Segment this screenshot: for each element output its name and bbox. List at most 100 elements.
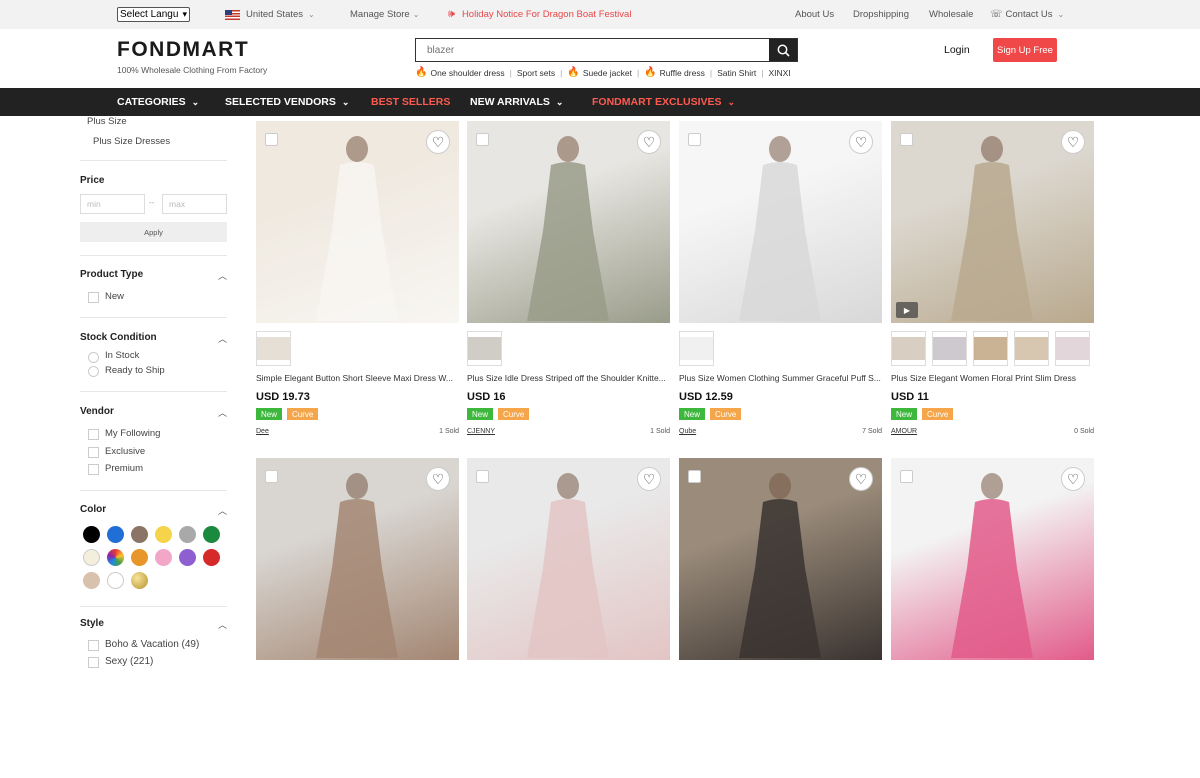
vendor-link[interactable]: AMOUR — [891, 428, 917, 435]
category-parent-link[interactable]: Plus Size — [87, 116, 127, 127]
select-checkbox[interactable] — [900, 133, 913, 146]
chevron-up-icon[interactable]: ︿ — [218, 406, 227, 419]
product-card[interactable]: ♡ Plus Size Idle Dress Striped off the Sh… — [467, 121, 670, 441]
checkbox[interactable] — [88, 657, 99, 668]
color-swatch[interactable] — [155, 526, 172, 543]
variant-thumbnail[interactable] — [467, 331, 502, 366]
product-image[interactable]: ♡ — [891, 458, 1094, 660]
contact-us-menu[interactable]: ☏ Contact Us ⌄ — [990, 0, 1064, 29]
product-title[interactable]: Plus Size Elegant Women Floral Print Sli… — [891, 373, 1094, 383]
checkbox[interactable] — [88, 464, 99, 475]
color-swatch[interactable] — [179, 526, 196, 543]
video-play-icon[interactable]: ▶ — [896, 302, 918, 318]
wishlist-heart-icon[interactable]: ♡ — [849, 467, 873, 491]
product-card[interactable]: ♡ Simple Elegant Button Short Sleeve Maxi… — [256, 121, 459, 441]
select-checkbox[interactable] — [688, 470, 701, 483]
login-link[interactable]: Login — [944, 44, 970, 56]
about-us-link[interactable]: About Us — [795, 0, 834, 29]
hot-search-link[interactable]: Suede jacket — [583, 68, 632, 78]
wishlist-heart-icon[interactable]: ♡ — [637, 467, 661, 491]
hot-search-link[interactable]: Satin Shirt — [717, 68, 756, 78]
filter-option-new[interactable]: New — [105, 291, 124, 302]
product-image[interactable]: ♡ ▶ — [891, 121, 1094, 323]
holiday-notice-link[interactable]: 🕪 Holiday Notice For Dragon Boat Festiva… — [448, 0, 631, 29]
variant-thumbnail[interactable] — [679, 331, 714, 366]
checkbox[interactable] — [88, 447, 99, 458]
color-swatch[interactable] — [107, 549, 124, 566]
product-title[interactable]: Simple Elegant Button Short Sleeve Maxi … — [256, 373, 459, 383]
wholesale-link[interactable]: Wholesale — [929, 0, 973, 29]
hot-search-link[interactable]: One shoulder dress — [430, 68, 504, 78]
nav-selected-vendors[interactable]: SELECTED VENDORS ⌄ — [225, 88, 349, 116]
product-card[interactable]: ♡ ▶ Plus Size Elegant Women Floral Print S… — [891, 121, 1094, 441]
chevron-up-icon[interactable]: ︿ — [218, 269, 227, 282]
wishlist-heart-icon[interactable]: ♡ — [1061, 467, 1085, 491]
select-checkbox[interactable] — [476, 133, 489, 146]
price-apply-button[interactable]: Apply — [80, 222, 227, 242]
nav-exclusives[interactable]: FONDMART EXCLUSIVES ⌄ — [592, 88, 735, 116]
color-swatch[interactable] — [83, 526, 100, 543]
language-select[interactable]: Select Langu ▾ — [117, 7, 190, 22]
filter-option-in-stock[interactable]: In Stock — [105, 350, 139, 361]
select-checkbox[interactable] — [688, 133, 701, 146]
wishlist-heart-icon[interactable]: ♡ — [1061, 130, 1085, 154]
hot-search-link[interactable]: Sport sets — [517, 68, 555, 78]
product-title[interactable]: Plus Size Idle Dress Striped off the Sho… — [467, 373, 670, 383]
select-checkbox[interactable] — [265, 133, 278, 146]
wishlist-heart-icon[interactable]: ♡ — [426, 467, 450, 491]
radio-button[interactable] — [88, 366, 99, 377]
category-child-link[interactable]: Plus Size Dresses — [93, 136, 170, 147]
select-checkbox[interactable] — [476, 470, 489, 483]
product-card[interactable]: ♡ — [891, 458, 1094, 778]
color-swatch[interactable] — [203, 526, 220, 543]
nav-new-arrivals[interactable]: NEW ARRIVALS ⌄ — [470, 88, 563, 116]
select-checkbox[interactable] — [265, 470, 278, 483]
manage-store-menu[interactable]: Manage Store ⌄ — [350, 0, 419, 29]
filter-option-ready-to-ship[interactable]: Ready to Ship — [105, 365, 165, 376]
filter-option-my-following[interactable]: My Following — [105, 428, 160, 439]
color-swatch[interactable] — [83, 572, 100, 589]
variant-thumbnail[interactable] — [891, 331, 926, 366]
product-image[interactable]: ♡ — [256, 458, 459, 660]
chevron-up-icon[interactable]: ︿ — [218, 332, 227, 345]
search-input[interactable] — [416, 39, 770, 61]
vendor-link[interactable]: Dee — [256, 428, 269, 435]
color-swatch[interactable] — [203, 549, 220, 566]
product-image[interactable]: ♡ — [679, 458, 882, 660]
color-swatch[interactable] — [107, 572, 124, 589]
product-title[interactable]: Plus Size Women Clothing Summer Graceful… — [679, 373, 882, 383]
color-swatch[interactable] — [155, 549, 172, 566]
product-card[interactable]: ♡ — [467, 458, 670, 778]
dropshipping-link[interactable]: Dropshipping — [853, 0, 909, 29]
variant-thumbnail[interactable] — [973, 331, 1008, 366]
price-min-input[interactable]: min — [80, 194, 145, 214]
vendor-link[interactable]: Qube — [679, 428, 696, 435]
color-swatch[interactable] — [179, 549, 196, 566]
site-logo[interactable]: FONDMART — [117, 38, 249, 62]
color-swatch[interactable] — [131, 572, 148, 589]
hot-search-link[interactable]: XINXI — [769, 68, 791, 78]
chevron-up-icon[interactable]: ︿ — [218, 504, 227, 517]
wishlist-heart-icon[interactable]: ♡ — [637, 130, 661, 154]
variant-thumbnail[interactable] — [932, 331, 967, 366]
color-swatch[interactable] — [107, 526, 124, 543]
nav-categories[interactable]: CATEGORIES ⌄ — [117, 88, 199, 116]
product-card[interactable]: ♡ — [256, 458, 459, 778]
wishlist-heart-icon[interactable]: ♡ — [426, 130, 450, 154]
signup-button[interactable]: Sign Up Free — [993, 38, 1057, 62]
product-image[interactable]: ♡ — [679, 121, 882, 323]
color-swatch[interactable] — [83, 549, 100, 566]
vendor-link[interactable]: CJENNY — [467, 428, 495, 435]
nav-best-sellers[interactable]: BEST SELLERS — [371, 88, 450, 116]
filter-option-premium[interactable]: Premium — [105, 463, 143, 474]
variant-thumbnail[interactable] — [1014, 331, 1049, 366]
checkbox[interactable] — [88, 640, 99, 651]
color-swatch[interactable] — [131, 549, 148, 566]
variant-thumbnail[interactable] — [1055, 331, 1090, 366]
product-image[interactable]: ♡ — [256, 121, 459, 323]
country-selector[interactable]: United States ⌄ — [225, 0, 315, 29]
filter-option-boho-vacation[interactable]: Boho & Vacation (49) — [105, 639, 199, 650]
chevron-up-icon[interactable]: ︿ — [218, 618, 227, 631]
checkbox[interactable] — [88, 429, 99, 440]
product-card[interactable]: ♡ — [679, 458, 882, 778]
